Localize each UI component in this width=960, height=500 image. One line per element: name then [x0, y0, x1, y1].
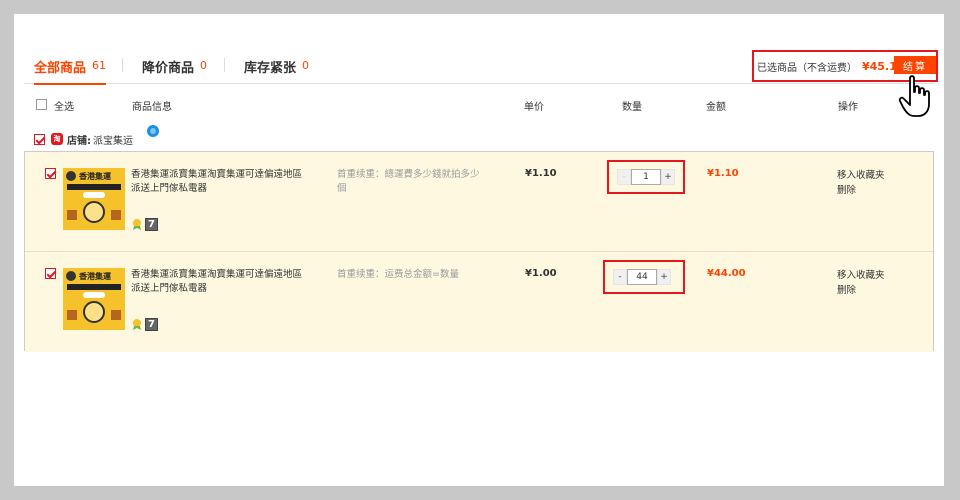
cart-item: 香港集運 香港集運派寶集運淘寶集運可達偏遠地區派送上門傢私電器 7 首重续重：總… [25, 152, 933, 252]
item-shipping-spec: 首重续重：运费总金额=数量 [337, 269, 459, 280]
quantity-stepper: - 44 + [613, 269, 671, 285]
cart-items: 香港集運 香港集運派寶集運淘寶集運可達偏遠地區派送上門傢私電器 7 首重续重：總… [24, 151, 934, 352]
seven-day-return-icon: 7 [145, 217, 158, 231]
tab-divider [122, 58, 123, 72]
shop-checkbox[interactable] [34, 133, 45, 145]
quantity-stepper: - 1 + [617, 169, 675, 185]
quantity-decrease-button[interactable]: - [617, 169, 631, 185]
thumb-title: 香港集運 [79, 172, 111, 181]
box-icon [67, 210, 77, 220]
select-all-label: 全选 [54, 102, 74, 113]
medal-icon [133, 319, 141, 330]
quantity-highlight: - 44 + [603, 260, 685, 294]
item-thumbnail[interactable]: 香港集運 [63, 168, 125, 230]
logo-icon [66, 271, 76, 281]
move-to-favorites-link[interactable]: 移入收藏夹 [837, 168, 885, 183]
thumb-band [67, 284, 121, 290]
item-thumbnail[interactable]: 香港集運 [63, 268, 125, 330]
seven-day-return-icon: 7 [145, 317, 158, 331]
item-shipping-spec: 首重续重：總運費多少錢就拍多少個 [337, 169, 480, 194]
item-amount: ¥1.10 [707, 168, 739, 179]
item-badges: 7 [131, 217, 158, 231]
thumb-pill [83, 192, 105, 198]
item-operations: 移入收藏夹 删除 [837, 268, 885, 298]
header-amount: 金额 [706, 102, 726, 113]
item-unit-price: ¥1.10 [525, 168, 557, 179]
box-icon [111, 210, 121, 220]
bee-mascot-icon [83, 301, 105, 323]
quantity-decrease-button[interactable]: - [613, 269, 627, 285]
quantity-input[interactable]: 44 [627, 269, 657, 285]
select-all-checkbox[interactable] [36, 99, 47, 110]
header-quantity: 数量 [622, 102, 642, 113]
logo-icon [66, 171, 76, 181]
tab-low-stock[interactable]: 库存紧张 0 [244, 54, 309, 84]
move-to-favorites-link[interactable]: 移入收藏夹 [837, 268, 885, 283]
delete-link[interactable]: 删除 [837, 183, 885, 198]
delete-link[interactable]: 删除 [837, 283, 885, 298]
item-title-link[interactable]: 香港集運派寶集運淘寶集運可達偏遠地區派送上門傢私電器 [131, 268, 309, 296]
quantity-increase-button[interactable]: + [657, 269, 671, 285]
item-title-link[interactable]: 香港集運派寶集運淘寶集運可達偏遠地區派送上門傢私電器 [131, 168, 309, 196]
medal-icon [133, 219, 141, 230]
checkout-button[interactable]: 结算 [894, 56, 936, 74]
tab-label: 库存紧张 [244, 61, 297, 76]
box-icon [67, 310, 77, 320]
tab-count: 61 [92, 59, 107, 72]
thumb-band [67, 184, 121, 190]
selected-label: 已选商品（不含运费） [757, 62, 857, 74]
tab-price-drop[interactable]: 降价商品 0 [142, 54, 207, 84]
quantity-input[interactable]: 1 [631, 169, 661, 185]
item-checkbox[interactable] [45, 268, 56, 279]
shop-name-link[interactable]: 派宝集运 [93, 132, 133, 147]
box-icon [111, 310, 121, 320]
shop-row: 淘 店铺: 派宝集运 [34, 125, 159, 148]
tab-count: 0 [302, 59, 310, 72]
tab-count: 0 [200, 59, 208, 72]
quantity-highlight: - 1 + [607, 160, 685, 194]
cart-header: 全选 商品信息 单价 数量 金额 操作 [14, 98, 944, 114]
thumb-pill [83, 292, 105, 298]
shop-label: 店铺: [67, 135, 91, 147]
cart-page: 全部商品 61 降价商品 0 库存紧张 0 已选商品（不含运费） ¥45.10 … [14, 14, 944, 486]
wangwang-chat-icon[interactable] [146, 124, 160, 138]
item-amount: ¥44.00 [707, 268, 746, 279]
thumb-title: 香港集運 [79, 272, 111, 281]
item-checkbox[interactable] [45, 168, 56, 179]
item-operations: 移入收藏夹 删除 [837, 168, 885, 198]
tab-divider [224, 58, 225, 72]
quantity-increase-button[interactable]: + [661, 169, 675, 185]
tab-label: 降价商品 [142, 61, 195, 76]
bee-mascot-icon [83, 201, 105, 223]
header-unit-price: 单价 [524, 102, 544, 113]
item-unit-price: ¥1.00 [525, 268, 557, 279]
header-operation: 操作 [838, 102, 858, 113]
tab-all-items[interactable]: 全部商品 61 [34, 54, 107, 85]
cart-item: 香港集運 香港集運派寶集運淘寶集運可達偏遠地區派送上門傢私電器 7 首重续重：运… [25, 252, 933, 352]
item-badges: 7 [131, 317, 158, 331]
shop-badge-icon: 淘 [51, 133, 63, 145]
header-product-info: 商品信息 [132, 102, 172, 113]
tab-label: 全部商品 [34, 61, 87, 76]
